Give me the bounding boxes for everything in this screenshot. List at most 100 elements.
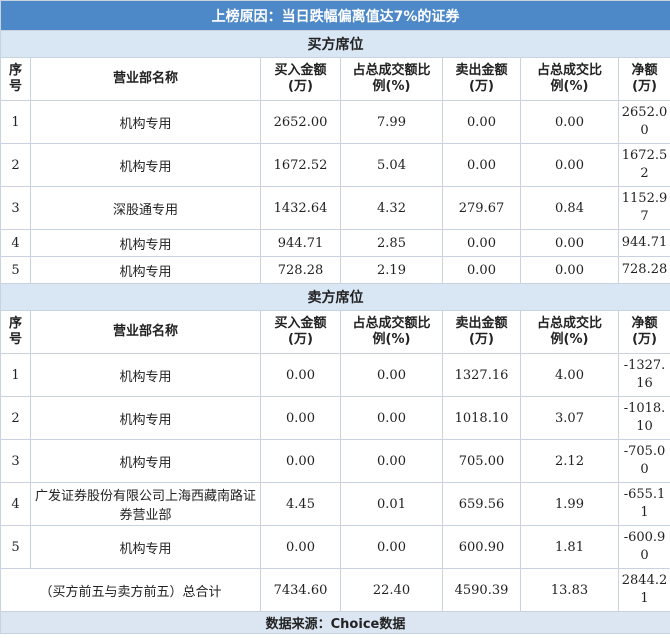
sell-rows: 1 机构专用 0.00 0.00 1327.16 4.00 -1327.16 2 机构专用 0.0…: [0, 353, 670, 569]
col-sell-pct-header: 占总成交比 例(%): [520, 57, 619, 101]
col-buy-header: 买入金额 (万): [260, 310, 341, 354]
row-seq: 2: [0, 396, 31, 440]
sell-section-label: 卖方席位: [0, 283, 670, 311]
table-row: 2 机构专用 1672.52 5.04 0.00 0.00 1672.52: [0, 143, 670, 187]
row-sell-pct: 0.84: [520, 186, 619, 230]
row-buy-amount: 1432.64: [260, 186, 341, 230]
row-branch-name: 机构专用: [30, 439, 261, 483]
row-buy-pct: 0.00: [340, 439, 443, 483]
row-sell-amount: 1327.16: [442, 353, 521, 397]
row-buy-amount: 2652.00: [260, 100, 341, 144]
table-row: 2 机构专用 0.00 0.00 1018.10 3.07 -1018.10: [0, 396, 670, 440]
page-title: 上榜原因：当日跌幅偏离值达7%的证券: [0, 0, 670, 31]
row-sell-amount: 600.90: [442, 525, 521, 569]
table-row: 1 机构专用 2652.00 7.99 0.00 0.00 2652.00: [0, 100, 670, 144]
footer-row: 数据来源：Choice数据: [0, 611, 670, 634]
row-sell-amount: 0.00: [442, 143, 521, 187]
row-buy-amount: 0.00: [260, 396, 341, 440]
row-net-amount: -705.00: [617, 439, 670, 483]
row-seq: 3: [0, 439, 31, 483]
row-branch-name: 机构专用: [30, 353, 261, 397]
row-sell-amount: 705.00: [442, 439, 521, 483]
row-seq: 1: [0, 353, 31, 397]
table-row: 3 机构专用 0.00 0.00 705.00 2.12 -705.00: [0, 439, 670, 483]
row-net-amount: 728.28: [617, 256, 670, 284]
row-net-amount: -655.11: [617, 482, 670, 526]
row-buy-amount: 0.00: [260, 525, 341, 569]
row-net-amount: -1018.10: [617, 396, 670, 440]
col-buy-header: 买入金额 (万): [260, 57, 341, 101]
row-seq: 5: [0, 256, 31, 284]
total-label: （买方前五与卖方前五）总合计: [0, 568, 261, 612]
col-buy-pct-header: 占总成交额比 例(%): [340, 310, 443, 354]
col-net-header: 净额 (万): [617, 310, 670, 354]
row-sell-pct: 3.07: [520, 396, 619, 440]
row-buy-pct: 2.19: [340, 256, 443, 284]
sell-section-row: 卖方席位: [0, 283, 670, 311]
row-seq: 4: [0, 229, 31, 257]
row-buy-amount: 4.45: [260, 482, 341, 526]
row-sell-amount: 0.00: [442, 256, 521, 284]
row-net-amount: -600.90: [617, 525, 670, 569]
col-sell-header: 卖出金额 (万): [442, 57, 521, 101]
total-sell: 4590.39: [442, 568, 521, 612]
lhb-table: 上榜原因：当日跌幅偏离值达7%的证券 买方席位 序号 营业部名称 买入金额 (万)…: [0, 0, 670, 634]
row-sell-pct: 1.81: [520, 525, 619, 569]
row-branch-name: 机构专用: [30, 100, 261, 144]
total-sell-pct: 13.83: [520, 568, 619, 612]
col-sell-header: 卖出金额 (万): [442, 310, 521, 354]
row-buy-amount: 1672.52: [260, 143, 341, 187]
sell-header-row: 序号 营业部名称 买入金额 (万) 占总成交额比 例(%) 卖出金额 (万) 占总成交…: [0, 310, 670, 354]
table-row: 1 机构专用 0.00 0.00 1327.16 4.00 -1327.16: [0, 353, 670, 397]
table-row: 3 深股通专用 1432.64 4.32 279.67 0.84 1152.97: [0, 186, 670, 230]
row-branch-name: 深股通专用: [30, 186, 261, 230]
row-seq: 2: [0, 143, 31, 187]
row-sell-amount: 1018.10: [442, 396, 521, 440]
buy-header-row: 序号 营业部名称 买入金额 (万) 占总成交额比 例(%) 卖出金额 (万) 占总成交…: [0, 57, 670, 101]
row-buy-pct: 0.00: [340, 353, 443, 397]
col-sell-pct-header: 占总成交比 例(%): [520, 310, 619, 354]
col-buy-pct-header: 占总成交额比 例(%): [340, 57, 443, 101]
row-sell-pct: 0.00: [520, 100, 619, 144]
row-sell-amount: 0.00: [442, 100, 521, 144]
row-net-amount: 1672.52: [617, 143, 670, 187]
data-source: 数据来源：Choice数据: [0, 611, 670, 634]
row-sell-pct: 0.00: [520, 256, 619, 284]
row-buy-amount: 944.71: [260, 229, 341, 257]
row-sell-pct: 4.00: [520, 353, 619, 397]
buy-section-label: 买方席位: [0, 30, 670, 58]
table-row: 4 机构专用 944.71 2.85 0.00 0.00 944.71: [0, 229, 670, 257]
row-buy-amount: 0.00: [260, 353, 341, 397]
total-buy: 7434.60: [260, 568, 341, 612]
row-sell-amount: 0.00: [442, 229, 521, 257]
buy-rows: 1 机构专用 2652.00 7.99 0.00 0.00 2652.00 2 机构专用 1672…: [0, 100, 670, 284]
total-buy-pct: 22.40: [340, 568, 443, 612]
row-buy-pct: 4.32: [340, 186, 443, 230]
row-branch-name: 广发证券股份有限公司上海西藏南路证券营业部: [30, 482, 261, 526]
row-buy-pct: 0.00: [340, 396, 443, 440]
row-branch-name: 机构专用: [30, 143, 261, 187]
row-seq: 3: [0, 186, 31, 230]
row-sell-pct: 2.12: [520, 439, 619, 483]
row-buy-amount: 728.28: [260, 256, 341, 284]
total-row: （买方前五与卖方前五）总合计 7434.60 22.40 4590.39 13.…: [0, 568, 670, 612]
table-row: 5 机构专用 728.28 2.19 0.00 0.00 728.28: [0, 256, 670, 284]
col-name-header: 营业部名称: [30, 310, 261, 354]
row-seq: 4: [0, 482, 31, 526]
row-buy-pct: 0.01: [340, 482, 443, 526]
row-net-amount: 944.71: [617, 229, 670, 257]
row-net-amount: 2652.00: [617, 100, 670, 144]
row-sell-pct: 0.00: [520, 143, 619, 187]
col-name-header: 营业部名称: [30, 57, 261, 101]
table-row: 5 机构专用 0.00 0.00 600.90 1.81 -600.90: [0, 525, 670, 569]
total-net: 2844.21: [617, 568, 670, 612]
table-row: 4 广发证券股份有限公司上海西藏南路证券营业部 4.45 0.01 659.56 1.99…: [0, 482, 670, 526]
row-net-amount: 1152.97: [617, 186, 670, 230]
row-branch-name: 机构专用: [30, 396, 261, 440]
col-seq-header: 序号: [0, 57, 31, 101]
row-buy-pct: 7.99: [340, 100, 443, 144]
row-sell-pct: 1.99: [520, 482, 619, 526]
col-net-header: 净额 (万): [617, 57, 670, 101]
col-seq-header: 序号: [0, 310, 31, 354]
row-sell-amount: 279.67: [442, 186, 521, 230]
